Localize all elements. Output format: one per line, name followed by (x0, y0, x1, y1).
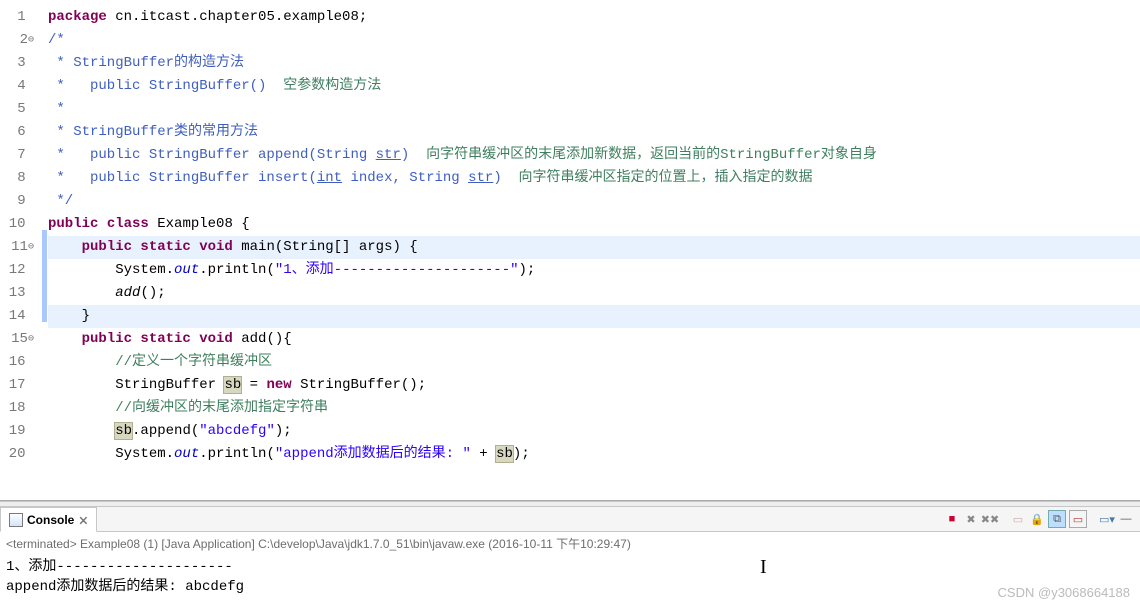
code-editor[interactable]: 1 2⊖ 3 4 5 6 7 8 9 10 11⊖ 12 13 14 15⊖ 1… (0, 0, 1140, 501)
fold-icon[interactable]: ⊖ (28, 35, 34, 46)
scroll-lock-icon[interactable]: 🔒 (1029, 511, 1045, 527)
fold-icon[interactable]: ⊖ (28, 242, 34, 253)
console-output[interactable]: 1、添加--------------------- append添加数据后的结果… (0, 555, 1140, 607)
terminate-icon[interactable]: ■ (944, 511, 960, 527)
clear-console-icon[interactable]: ▭ (1010, 511, 1026, 527)
remove-all-icon[interactable]: ✖✖ (982, 511, 998, 527)
console-icon (9, 513, 23, 527)
fold-icon[interactable]: ⊖ (28, 334, 34, 345)
display-selected-console-icon[interactable]: ▭ (1069, 510, 1087, 528)
open-console-icon[interactable]: ▭▾ (1099, 511, 1115, 527)
text-cursor: I (760, 557, 767, 577)
console-line: 1、添加--------------------- (6, 557, 1134, 577)
console-tab-label: Console (27, 513, 74, 527)
console-toolbar: ■ ✖ ✖✖ ▭ 🔒 ⧉ ▭ ▭▾ — (944, 510, 1140, 528)
line-number-gutter: 1 2⊖ 3 4 5 6 7 8 9 10 11⊖ 12 13 14 15⊖ 1… (0, 0, 42, 500)
close-icon[interactable]: ⨯ (78, 513, 88, 527)
console-tab[interactable]: Console ⨯ (0, 507, 97, 532)
code-area[interactable]: package cn.itcast.chapter05.example08; /… (42, 0, 1140, 466)
console-line: append添加数据后的结果: abcdefg (6, 577, 1134, 597)
console-tabbar: Console ⨯ ■ ✖ ✖✖ ▭ 🔒 ⧉ ▭ ▭▾ — (0, 507, 1140, 532)
remove-launch-icon[interactable]: ✖ (963, 511, 979, 527)
console-process-header: <terminated> Example08 (1) [Java Applica… (0, 532, 1140, 555)
minimize-icon[interactable]: — (1118, 511, 1134, 527)
watermark: CSDN @y3068664188 (998, 583, 1130, 603)
pin-console-icon[interactable]: ⧉ (1048, 510, 1066, 528)
